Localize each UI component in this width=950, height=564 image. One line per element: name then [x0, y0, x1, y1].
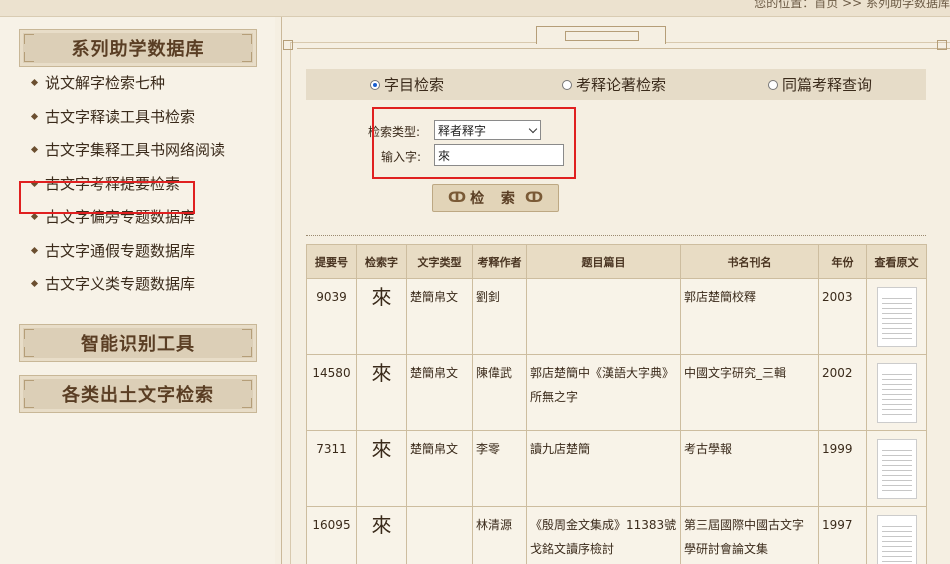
panel-title-label: 各类出土文字检索: [62, 385, 214, 406]
cell-year: 1999: [818, 430, 867, 507]
table-header-row: 提要号 检索字 文字类型 考释作者 题目篇目 书名刊名 年份 查看原文: [306, 244, 927, 279]
cell-type: 楚簡帛文: [406, 430, 473, 507]
top-bar: 您的位置：首页 >> 系列助学数据库: [0, 0, 950, 17]
cell-book: 中國文字研究_三輯: [680, 354, 819, 431]
original-thumbnail[interactable]: [876, 515, 917, 564]
sidebar-item-label: 古文字义类专题数据库: [45, 275, 196, 294]
cell-char: 來: [356, 506, 407, 564]
bullet-icon: [30, 146, 39, 154]
frame-corner-ornament: [283, 40, 293, 50]
column-header: 检索字: [356, 244, 407, 279]
sidebar-panel-ai-tools[interactable]: 智能识别工具: [19, 324, 257, 362]
sidebar-item-shuowen[interactable]: 说文解字检索七种: [30, 66, 225, 100]
cell-id: 9039: [306, 278, 357, 355]
cell-book: 郭店楚簡校釋: [680, 278, 819, 355]
cell-author: 陳偉武: [472, 354, 527, 431]
cell-type: 楚簡帛文: [406, 278, 473, 355]
bullet-icon: [30, 280, 39, 288]
cell-title: [526, 278, 681, 355]
table-row: 16095 來 林清源 《殷周金文集成》11383號戈銘文讀序檢討 第三屆國際中…: [306, 506, 927, 564]
bullet-icon: [30, 79, 39, 87]
cell-id: 14580: [306, 354, 357, 431]
sidebar-item-label: 古文字通假专题数据库: [45, 241, 196, 260]
cell-book: 第三屆國際中國古文字學研討會論文集: [680, 506, 819, 564]
frame-line: [297, 48, 950, 49]
frame-ornament: [536, 26, 666, 44]
breadcrumb: 您的位置：首页 >> 系列助学数据库: [754, 0, 950, 10]
cell-title: 讀九店楚簡: [526, 430, 681, 507]
cell-year: 2003: [818, 278, 867, 355]
cell-type: 楚簡帛文: [406, 354, 473, 431]
cell-char: 來: [356, 278, 407, 355]
cloud-ornament-icon: ↀ: [524, 190, 543, 206]
cell-char: 來: [356, 354, 407, 431]
sidebar-panel-title[interactable]: 系列助学数据库: [19, 29, 257, 67]
radio-checked-icon[interactable]: [370, 79, 380, 90]
search-button-label: 检 索: [470, 191, 521, 207]
cell-year: 1997: [818, 506, 867, 564]
cell-title: 《殷周金文集成》11383號戈銘文讀序檢討: [526, 506, 681, 564]
tab-label: 同篇考释查询: [782, 76, 873, 94]
tab-character-search[interactable]: 字目检索: [370, 74, 444, 95]
cell-id: 16095: [306, 506, 357, 564]
column-header: 考释作者: [472, 244, 527, 279]
sidebar-panel-excavated-texts[interactable]: 各类出土文字检索: [19, 375, 257, 413]
search-mode-tabs: 字目检索 考释论著检索 同篇考释查询: [306, 69, 926, 100]
cell-type: [406, 506, 473, 564]
bullet-icon: [30, 246, 39, 254]
cloud-ornament-icon: ↀ: [448, 190, 467, 206]
cell-view-original[interactable]: [866, 506, 927, 564]
tab-label: 字目检索: [384, 76, 445, 94]
cell-view-original[interactable]: [866, 430, 927, 507]
highlight-box-form: [372, 107, 576, 179]
original-thumbnail[interactable]: [876, 439, 917, 499]
radio-icon[interactable]: [768, 79, 778, 90]
column-header: 文字类型: [406, 244, 473, 279]
table-row: 7311 來 楚簡帛文 李零 讀九店楚簡 考古學報 1999: [306, 430, 927, 507]
highlight-box-sidebar: [19, 181, 195, 214]
column-header: 题目篇目: [526, 244, 681, 279]
sidebar-item-collected-interpretations[interactable]: 古文字集释工具书网络阅读: [30, 133, 226, 167]
sidebar-item-semantic-class[interactable]: 古文字义类专题数据库: [30, 267, 225, 301]
tab-label: 考释论著检索: [576, 76, 667, 94]
results-table: 提要号 检索字 文字类型 考释作者 题目篇目 书名刊名 年份 查看原文 9039…: [306, 244, 927, 564]
cell-author: 李零: [472, 430, 527, 507]
sidebar-item-reading-tools[interactable]: 古文字释读工具书检索: [30, 100, 225, 134]
bullet-icon: [30, 213, 39, 221]
original-thumbnail[interactable]: [876, 287, 917, 347]
table-row: 9039 來 楚簡帛文 劉釗 郭店楚簡校釋 2003: [306, 278, 927, 355]
cell-book: 考古學報: [680, 430, 819, 507]
cell-year: 2002: [818, 354, 867, 431]
search-button[interactable]: ↀ 检 索 ↀ: [432, 184, 559, 212]
cell-id: 7311: [306, 430, 357, 507]
tab-same-article-query[interactable]: 同篇考释查询: [768, 74, 872, 95]
sidebar-item-label: 古文字集释工具书网络阅读: [45, 141, 226, 160]
radio-icon[interactable]: [562, 79, 572, 90]
tab-works-search[interactable]: 考释论著检索: [562, 74, 666, 95]
bullet-icon: [30, 112, 39, 120]
column-header: 提要号: [306, 244, 357, 279]
panel-title-label: 智能识别工具: [81, 334, 195, 355]
cell-title: 郭店楚簡中《漢語大字典》所無之字: [526, 354, 681, 431]
cell-view-original[interactable]: [866, 278, 927, 355]
cell-char: 來: [356, 430, 407, 507]
frame-line: [290, 42, 291, 564]
dotted-divider: [306, 235, 926, 236]
sidebar-item-label: 古文字释读工具书检索: [45, 107, 196, 126]
original-thumbnail[interactable]: [876, 363, 917, 423]
panel-title-label: 系列助学数据库: [71, 39, 205, 60]
column-header: 年份: [818, 244, 867, 279]
cell-author: 林清源: [472, 506, 527, 564]
cell-author: 劉釗: [472, 278, 527, 355]
table-row: 14580 來 楚簡帛文 陳偉武 郭店楚簡中《漢語大字典》所無之字 中國文字研究…: [306, 354, 927, 431]
column-header: 书名刊名: [680, 244, 819, 279]
column-header: 查看原文: [866, 244, 927, 279]
cell-view-original[interactable]: [866, 354, 927, 431]
frame-corner-ornament: [937, 40, 947, 50]
sidebar-item-loan-characters[interactable]: 古文字通假专题数据库: [30, 234, 225, 268]
sidebar-item-label: 说文解字检索七种: [45, 74, 166, 93]
